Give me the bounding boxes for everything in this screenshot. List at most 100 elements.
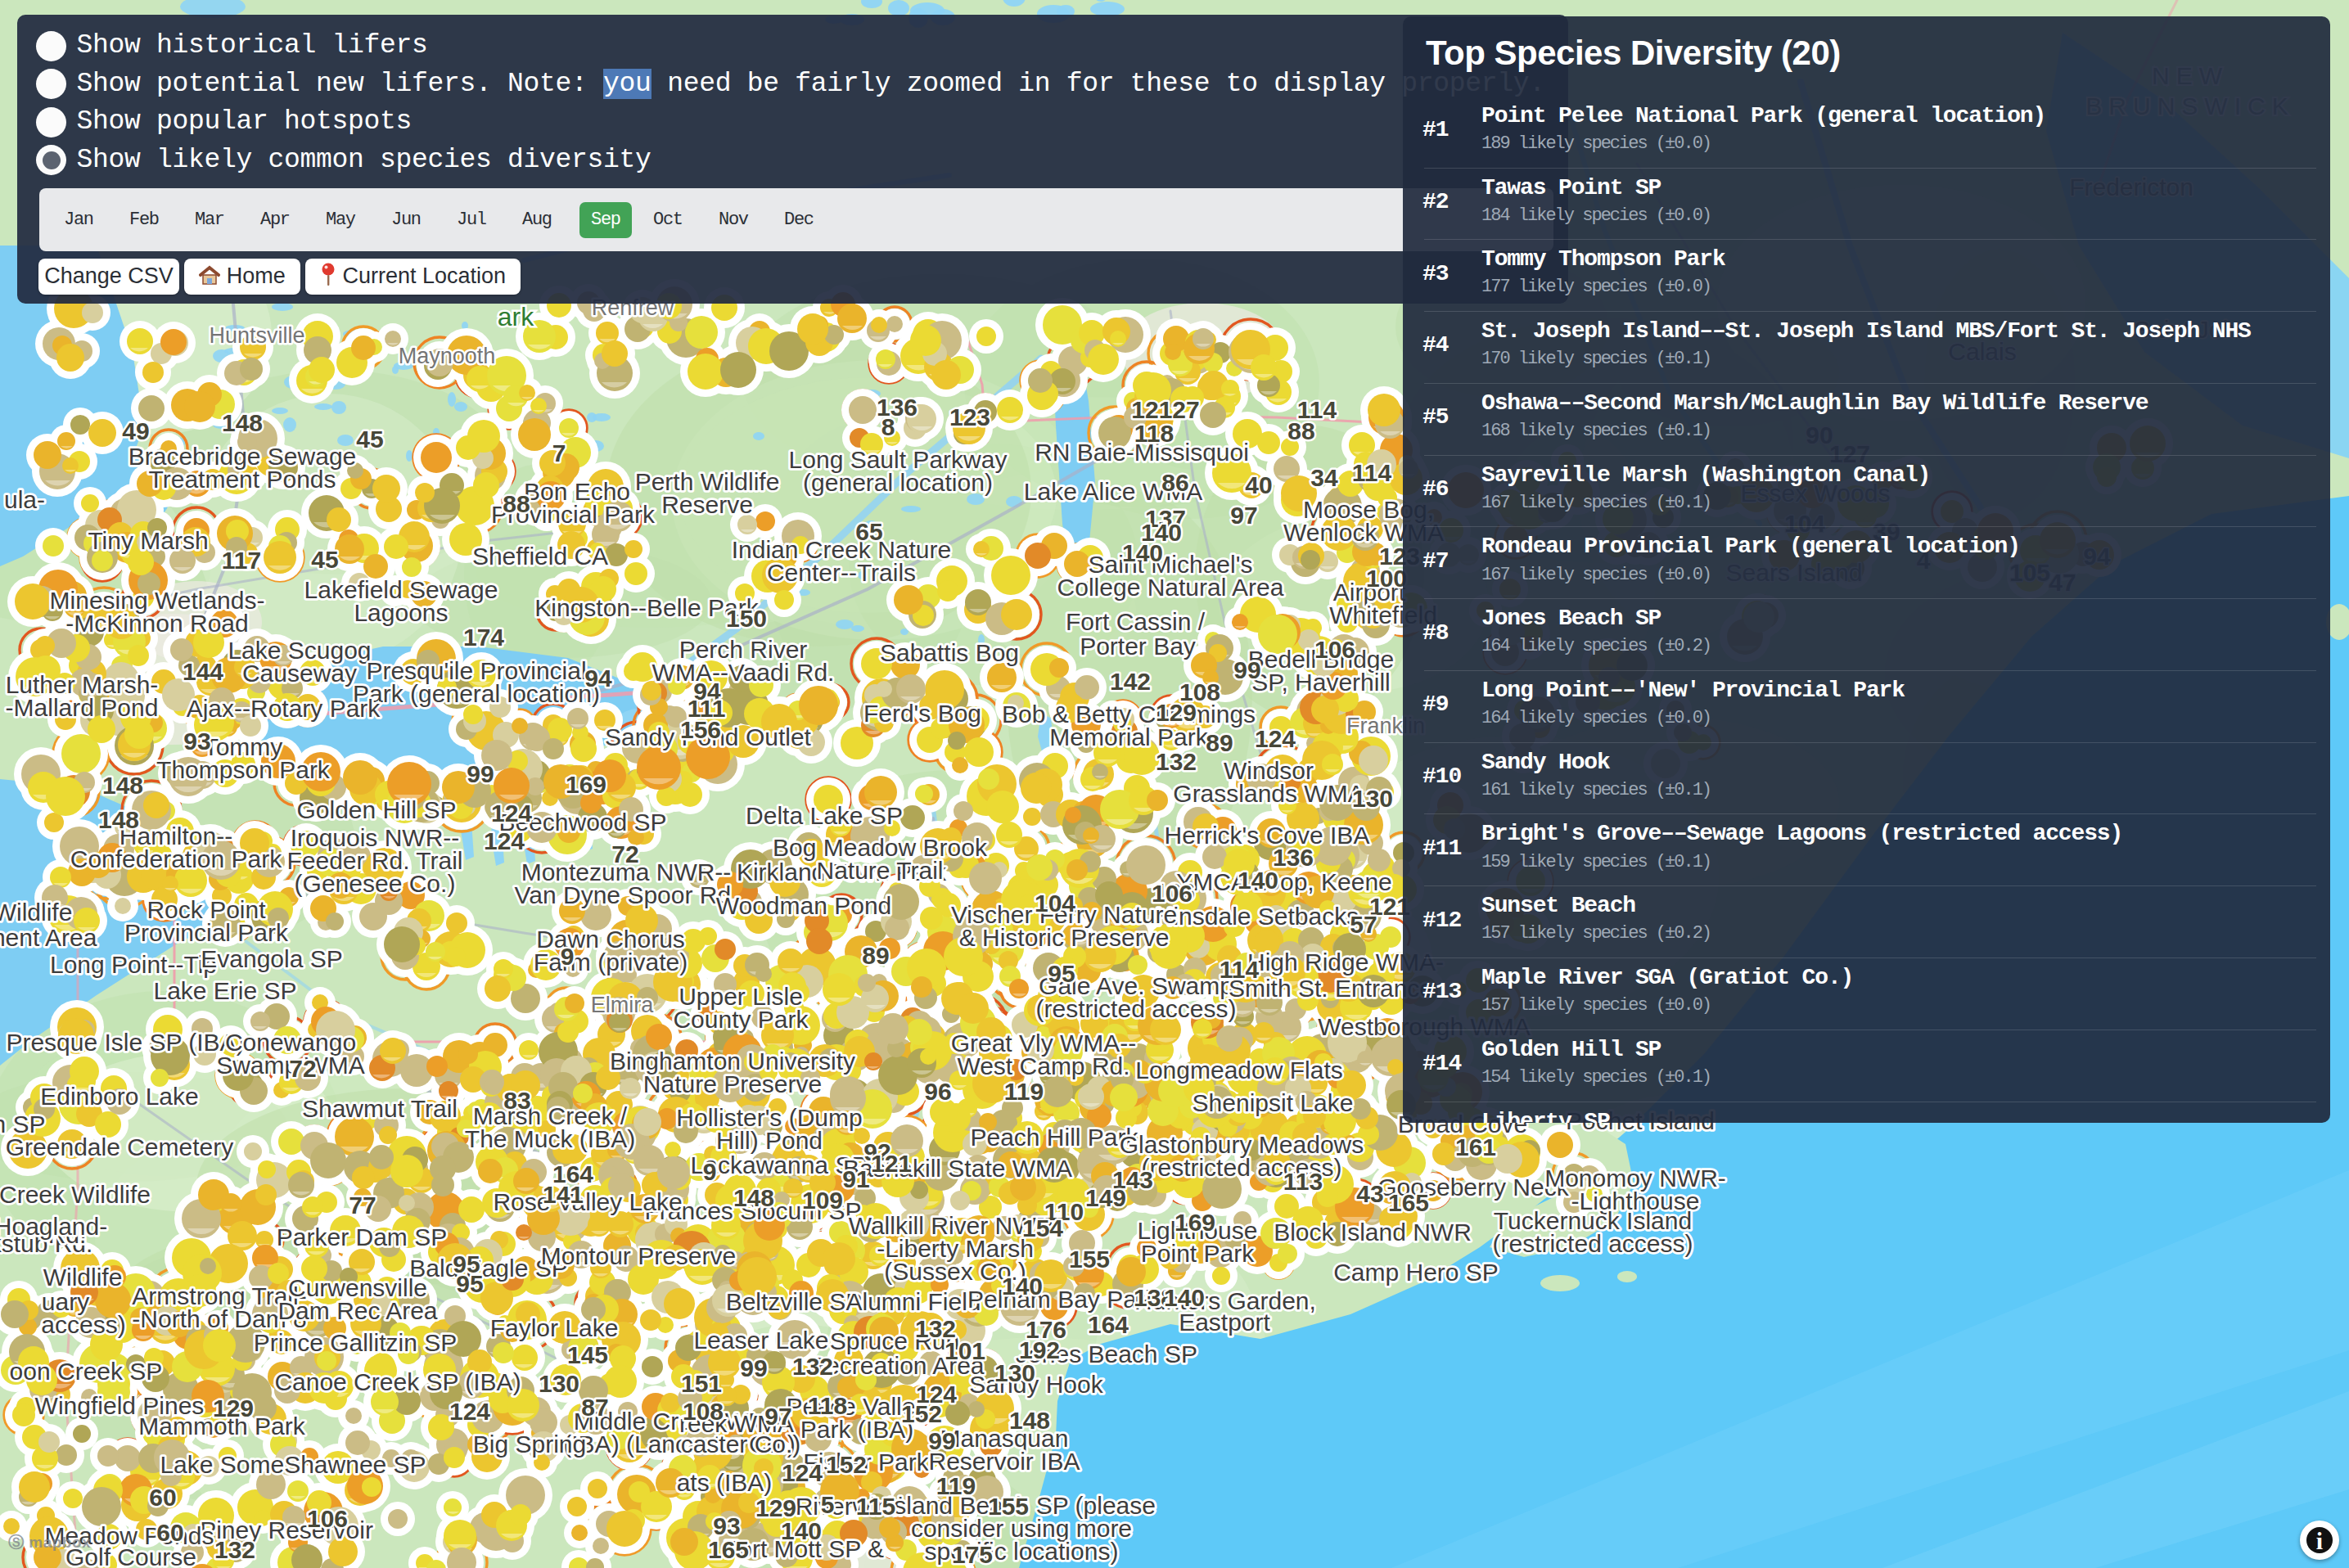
svg-text:-Hoagland-: -Hoagland-: [0, 1213, 107, 1240]
svg-text:8: 8: [881, 413, 895, 440]
svg-text:Montour Preserve: Montour Preserve: [541, 1242, 736, 1269]
svg-text:Thompson Park: Thompson Park: [156, 756, 331, 783]
svg-text:Huntsville: Huntsville: [209, 323, 304, 348]
svg-text:Sheffield CA: Sheffield CA: [472, 543, 608, 570]
svg-text:132: 132: [1156, 748, 1197, 775]
svg-text:Farm (private): Farm (private): [534, 948, 688, 975]
svg-text:Eastport: Eastport: [1179, 1309, 1270, 1336]
svg-text:144: 144: [183, 658, 223, 685]
svg-text:access): access): [41, 1311, 125, 1338]
svg-text:caster Co.): caster Co.): [681, 1431, 801, 1458]
svg-text:Faylor Lake: Faylor Lake: [490, 1314, 619, 1341]
svg-text:129: 129: [1156, 699, 1197, 726]
svg-text:Memorial Park: Memorial Park: [1049, 723, 1208, 750]
svg-text:Hill) Pond: Hill) Pond: [716, 1127, 823, 1154]
svg-text:117: 117: [222, 547, 261, 574]
svg-text:129: 129: [213, 1395, 254, 1422]
svg-text:Pelham Bay Park: Pelham Bay Park: [967, 1286, 1158, 1313]
svg-text:Maynooth: Maynooth: [399, 344, 496, 368]
svg-text:Parker Dam SP: Parker Dam SP: [277, 1223, 447, 1250]
svg-text:ula-: ula-: [4, 486, 45, 513]
svg-text:91: 91: [842, 1165, 869, 1192]
svg-text:Lagoons: Lagoons: [354, 599, 448, 626]
svg-text:oon Creek SP: oon Creek SP: [10, 1358, 163, 1385]
svg-text:Confederation Park: Confederation Park: [70, 845, 282, 872]
svg-text:Sandy Hook: Sandy Hook: [969, 1371, 1103, 1398]
svg-text:88: 88: [503, 490, 530, 517]
svg-text:Shawmut Trail: Shawmut Trail: [302, 1095, 458, 1122]
svg-text:148: 148: [733, 1184, 774, 1211]
svg-text:106: 106: [307, 1505, 348, 1532]
svg-text:Grasslands WMA: Grasslands WMA: [1173, 780, 1364, 807]
svg-text:148: 148: [222, 409, 263, 436]
svg-text:Presque Isle SP (IBA): Presque Isle SP (IBA): [6, 1029, 244, 1056]
svg-text:99: 99: [467, 760, 494, 787]
svg-text:Wildlife: Wildlife: [43, 1264, 123, 1291]
svg-text:155: 155: [988, 1493, 1029, 1520]
svg-text:7: 7: [552, 439, 566, 466]
svg-text:99: 99: [1233, 656, 1260, 683]
svg-text:154: 154: [1022, 1214, 1063, 1241]
svg-text:County Park: County Park: [673, 1006, 809, 1033]
svg-text:57: 57: [1350, 911, 1377, 938]
svg-text:165: 165: [708, 1536, 749, 1563]
svg-text:Wildlife: Wildlife: [0, 899, 72, 926]
svg-text:118: 118: [1134, 420, 1174, 447]
svg-text:Park (general location): Park (general location): [353, 680, 600, 707]
svg-text:SP, Haverhill: SP, Haverhill: [1251, 669, 1391, 696]
svg-text:89: 89: [1206, 729, 1233, 756]
svg-text:Herrick's Cove IBA: Herrick's Cove IBA: [1165, 822, 1370, 849]
svg-text:Camp Hero SP: Camp Hero SP: [1333, 1259, 1499, 1286]
svg-text:106: 106: [1314, 636, 1355, 663]
svg-text:140: 140: [1164, 1284, 1205, 1311]
svg-text:Leaser Lake: Leaser Lake: [693, 1327, 828, 1354]
svg-text:Van Dyne Spoor Rd.: Van Dyne Spoor Rd.: [515, 881, 738, 908]
svg-text:ark: ark: [498, 302, 534, 331]
svg-text:& Historic Preserve: & Historic Preserve: [959, 924, 1170, 951]
svg-text:141: 141: [543, 1181, 584, 1208]
svg-text:142: 142: [1110, 668, 1151, 695]
svg-text:87: 87: [581, 1394, 608, 1421]
svg-text:Provincial Park: Provincial Park: [124, 919, 289, 946]
svg-text:60: 60: [149, 1484, 176, 1511]
svg-text:148: 148: [102, 772, 143, 799]
svg-text:Point Park: Point Park: [1141, 1240, 1255, 1267]
svg-text:(restricted access): (restricted access): [1492, 1230, 1693, 1257]
svg-text:Fort Cassin /: Fort Cassin /: [1066, 608, 1206, 635]
svg-text:95: 95: [453, 1250, 480, 1277]
svg-text:Evangola SP: Evangola SP: [201, 945, 342, 972]
svg-text:145: 145: [567, 1341, 608, 1368]
svg-text:Dam Rec Area: Dam Rec Area: [277, 1297, 437, 1324]
svg-text:60: 60: [156, 1519, 183, 1546]
svg-text:45: 45: [356, 426, 383, 453]
svg-text:Big Spring: Big Spring: [473, 1431, 586, 1458]
svg-text:Alumni Field: Alumni Field: [845, 1288, 981, 1315]
svg-text:161: 161: [1455, 1133, 1496, 1160]
svg-text:Park (IBA): Park (IBA): [800, 1416, 913, 1443]
svg-text:114: 114: [1352, 459, 1392, 486]
svg-text:Longmeadow Flats: Longmeadow Flats: [1135, 1057, 1342, 1084]
svg-text:Shenipsit Lake: Shenipsit Lake: [1193, 1089, 1354, 1116]
svg-text:124: 124: [449, 1398, 490, 1425]
svg-text:136: 136: [1273, 844, 1314, 871]
svg-text:150: 150: [726, 605, 767, 632]
svg-text:130: 130: [539, 1370, 579, 1397]
svg-text:Ferd's Bog: Ferd's Bog: [863, 700, 981, 727]
svg-text:169: 169: [1174, 1209, 1215, 1236]
svg-text:104: 104: [1035, 890, 1075, 917]
svg-text:65: 65: [855, 518, 882, 545]
svg-text:Lake Erie SP: Lake Erie SP: [153, 977, 296, 1004]
svg-text:o Creek Wildlife: o Creek Wildlife: [0, 1181, 151, 1208]
svg-text:124: 124: [1255, 725, 1296, 752]
svg-text:43: 43: [1356, 1180, 1383, 1207]
svg-text:109: 109: [802, 1187, 843, 1214]
svg-text:155: 155: [1069, 1246, 1110, 1273]
svg-text:123: 123: [949, 403, 990, 430]
svg-text:Lake SomeShawnee SP: Lake SomeShawnee SP: [160, 1451, 426, 1478]
svg-text:WMA--Vaadi Rd.: WMA--Vaadi Rd.: [652, 659, 835, 686]
svg-text:Sabattis Bog: Sabattis Bog: [880, 639, 1019, 666]
svg-text:Woodman Pond: Woodman Pond: [716, 892, 892, 919]
svg-text:83: 83: [503, 1087, 530, 1114]
svg-text:h SP: h SP: [0, 1111, 46, 1138]
svg-text:132: 132: [792, 1353, 833, 1380]
